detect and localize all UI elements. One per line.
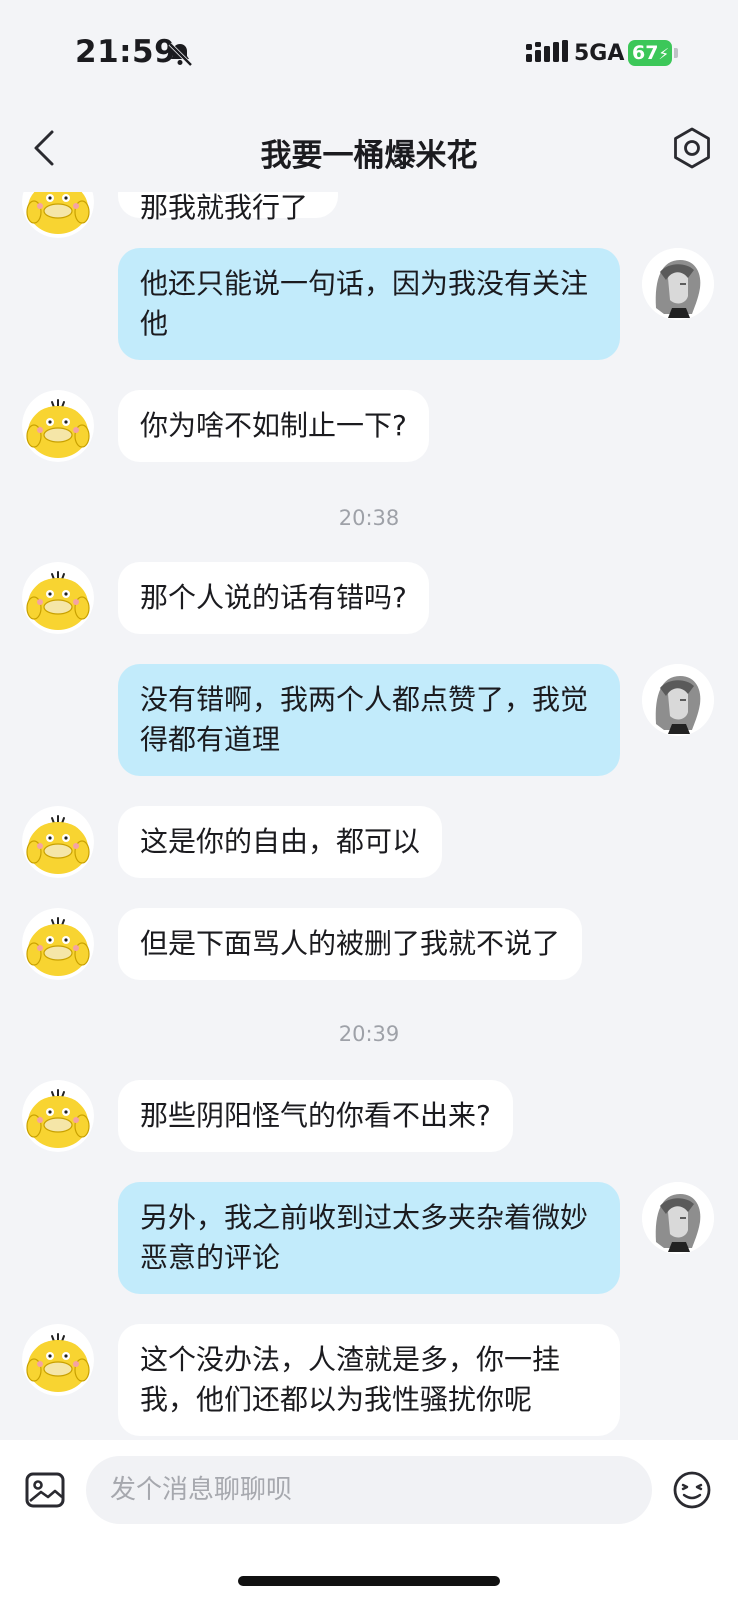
status-bar: 21:59 5GA 67⚡	[0, 0, 738, 100]
battery-indicator: 67⚡	[628, 40, 672, 66]
message-bubble[interactable]: 但是下面骂人的被删了我就不说了	[118, 908, 583, 980]
avatar[interactable]	[642, 664, 714, 736]
message-bubble[interactable]: 另外，我之前收到过太多夹杂着微妙恶意的评论	[118, 1182, 620, 1294]
input-bar: 发个消息聊聊呗	[0, 1440, 738, 1600]
message-text: 但是下面骂人的被删了我就不说了	[140, 927, 561, 960]
avatar[interactable]	[22, 390, 94, 462]
bell-slash-icon	[168, 42, 193, 67]
avatar[interactable]	[22, 806, 94, 878]
avatar[interactable]	[22, 1324, 94, 1396]
image-icon[interactable]	[24, 1470, 66, 1510]
message-text: 那些阴阳怪气的你看不出来?	[140, 1099, 491, 1132]
timestamp: 20:39	[338, 1022, 400, 1046]
avatar[interactable]	[642, 1182, 714, 1254]
status-time: 21:59	[75, 34, 177, 70]
message-input[interactable]: 发个消息聊聊呗	[86, 1456, 652, 1524]
message-bubble[interactable]: 这个没办法，人渣就是多，你一挂我，他们还都以为我性骚扰你呢	[118, 1324, 620, 1436]
message-bubble[interactable]: 你为啥不如制止一下?	[118, 390, 429, 462]
message-bubble[interactable]: 那些阴阳怪气的你看不出来?	[118, 1080, 513, 1152]
timestamp: 20:38	[338, 506, 400, 530]
battery-tip	[674, 48, 678, 58]
message-bubble[interactable]: 那个人说的话有错吗?	[118, 562, 429, 634]
message-text: 那我就我行了	[140, 192, 309, 224]
message-text: 这是你的自由，都可以	[140, 825, 421, 858]
avatar[interactable]	[22, 908, 94, 980]
message-text: 那个人说的话有错吗?	[140, 581, 407, 614]
message-text: 你为啥不如制止一下?	[140, 409, 407, 442]
chat-title: 我要一桶爆米花	[260, 138, 478, 174]
nav-bar: 我要一桶爆米花	[0, 100, 738, 192]
charging-icon: ⚡	[658, 45, 669, 63]
avatar[interactable]	[642, 248, 714, 320]
message-text: 他还只能说一句话，因为我没有关注他	[140, 267, 589, 340]
message-bubble[interactable]: 这是你的自由，都可以	[118, 806, 443, 878]
emoji-icon[interactable]	[672, 1470, 712, 1510]
signal-icon	[526, 40, 568, 62]
network-type: 5GA	[574, 41, 625, 66]
message-bubble[interactable]: 他还只能说一句话，因为我没有关注他	[118, 248, 620, 360]
message-bubble[interactable]: 那我就我行了	[118, 192, 338, 224]
home-indicator[interactable]	[238, 1576, 500, 1586]
chat-list[interactable]: 那我就我行了 他还只能说一句话，因为我没有关注他 你为啥不如制止一下? 20:3…	[0, 192, 738, 1440]
message-bubble[interactable]: 没有错啊，我两个人都点赞了，我觉得都有道理	[118, 664, 620, 776]
avatar[interactable]	[22, 192, 94, 238]
message-text: 没有错啊，我两个人都点赞了，我觉得都有道理	[140, 683, 589, 756]
settings-icon[interactable]	[670, 126, 714, 170]
message-text: 这个没办法，人渣就是多，你一挂我，他们还都以为我性骚扰你呢	[140, 1343, 561, 1416]
message-text: 另外，我之前收到过太多夹杂着微妙恶意的评论	[140, 1201, 589, 1274]
avatar[interactable]	[22, 1080, 94, 1152]
battery-level: 67	[632, 42, 659, 64]
avatar[interactable]	[22, 562, 94, 634]
